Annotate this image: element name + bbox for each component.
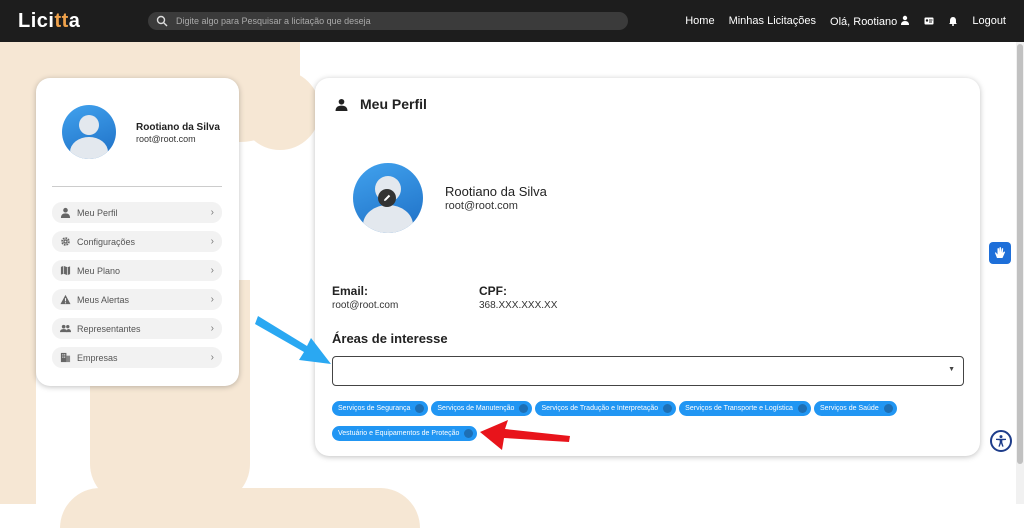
remove-tag-icon[interactable] — [415, 404, 425, 413]
caret-down-icon: ▼ — [948, 366, 955, 373]
remove-tag-icon[interactable] — [883, 404, 893, 413]
red-annotation-arrow — [480, 420, 570, 450]
building-icon — [60, 352, 71, 363]
user-icon — [60, 207, 71, 218]
areas-of-interest-title: Áreas de interesse — [332, 331, 448, 346]
chevron-right-icon: › — [210, 323, 214, 334]
cpf-label: CPF: — [479, 284, 507, 298]
chevron-right-icon: › — [210, 352, 214, 363]
sidebar-divider — [52, 186, 222, 187]
interest-tag: Serviços de Tradução e Interpretação — [535, 401, 677, 416]
nav-user-menu[interactable]: Olá, Rootiano — [830, 15, 910, 28]
interest-tag: Serviços de Saúde — [813, 401, 897, 416]
search-icon — [156, 15, 168, 27]
cpf-value: 368.XXX.XXX.XX — [479, 300, 558, 311]
profile-user-email: root@root.com — [445, 200, 518, 212]
users-icon — [60, 324, 71, 333]
chevron-right-icon: › — [210, 236, 214, 247]
user-icon — [901, 15, 910, 25]
nav-links: Home Minhas Licitações Olá, Rootiano Log… — [685, 15, 1006, 28]
user-icon — [335, 98, 348, 111]
areas-of-interest-select[interactable]: ▼ — [332, 356, 964, 386]
chevron-right-icon: › — [210, 294, 214, 305]
background-shape — [60, 488, 420, 528]
accessibility-icon — [996, 435, 1006, 447]
profile-user-name: Rootiano da Silva — [445, 184, 547, 199]
nav-home-link[interactable]: Home — [685, 15, 714, 27]
interest-tag: Serviços de Transporte e Logística — [679, 401, 811, 416]
nav-logout-link[interactable]: Logout — [972, 15, 1006, 27]
sidebar-item-empresas[interactable]: Empresas › — [52, 347, 222, 368]
sidebar-item-meu-plano[interactable]: Meu Plano › — [52, 260, 222, 281]
interest-tag: Serviços de Segurança — [332, 401, 429, 416]
avatar — [62, 105, 116, 159]
email-value: root@root.com — [332, 300, 399, 311]
profile-sidebar-card: Rootiano da Silva root@root.com Meu Perf… — [36, 78, 239, 386]
page-title: Meu Perfil — [335, 96, 427, 112]
search-bar[interactable] — [148, 12, 628, 30]
profile-main-card: Meu Perfil Rootiano da Silva root@root.c… — [315, 78, 980, 456]
warning-icon — [60, 294, 71, 305]
chevron-right-icon: › — [210, 207, 214, 218]
avatar-head — [79, 115, 99, 135]
email-label: Email: — [332, 284, 369, 298]
avatar-body — [70, 137, 108, 159]
sidebar-user-name: Rootiano da Silva — [136, 122, 220, 133]
areas-of-interest-tags: Serviços de Segurança Serviços de Manuten… — [332, 397, 972, 447]
search-input[interactable] — [174, 15, 618, 27]
remove-tag-icon[interactable] — [663, 404, 673, 413]
nav-my-bids-link[interactable]: Minhas Licitações — [729, 15, 816, 27]
bell-icon[interactable] — [948, 16, 958, 26]
id-card-icon[interactable] — [924, 16, 934, 26]
map-icon — [60, 265, 71, 276]
background-shape — [240, 70, 320, 150]
sidebar-item-meus-alertas[interactable]: Meus Alertas › — [52, 289, 222, 310]
gear-icon — [61, 237, 70, 246]
top-navbar: Licitta Home Minhas Licitações Olá, Root… — [0, 0, 1024, 42]
avatar-body — [363, 205, 413, 233]
sidebar-menu: Meu Perfil › Configurações › Meu Plano › Me… — [52, 202, 222, 376]
sidebar-item-representantes[interactable]: Representantes › — [52, 318, 222, 339]
chevron-right-icon: › — [210, 265, 214, 276]
sidebar-item-configuracoes[interactable]: Configurações › — [52, 231, 222, 252]
pencil-icon — [384, 194, 391, 201]
app-logo[interactable]: Licitta — [18, 10, 148, 33]
interest-tag: Serviços de Manutenção — [431, 401, 533, 416]
sidebar-item-meu-perfil[interactable]: Meu Perfil › — [52, 202, 222, 223]
page-scrollbar[interactable] — [1016, 42, 1024, 504]
remove-tag-icon[interactable] — [797, 404, 807, 413]
interest-tag: Vestuário e Equipamentos de Proteção — [332, 426, 478, 441]
remove-tag-icon[interactable] — [519, 404, 529, 413]
sidebar-user-email: root@root.com — [136, 134, 196, 144]
scrollbar-thumb[interactable] — [1017, 44, 1023, 464]
sign-language-button[interactable] — [989, 242, 1011, 264]
remove-tag-icon[interactable] — [464, 429, 474, 438]
accessibility-button[interactable] — [990, 430, 1012, 452]
blue-annotation-arrow — [255, 316, 331, 364]
hand-icon — [995, 247, 1005, 258]
edit-avatar-button[interactable] — [378, 189, 396, 207]
